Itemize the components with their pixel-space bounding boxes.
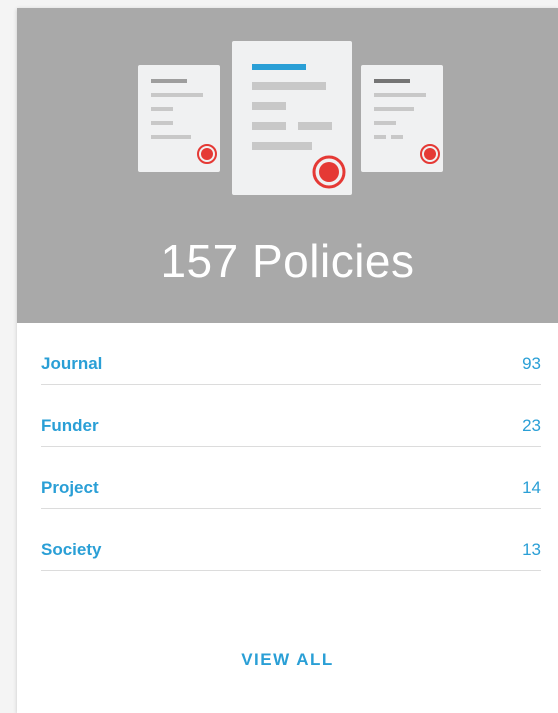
policy-documents-icon <box>138 41 443 195</box>
document-center-icon <box>232 41 352 195</box>
category-label[interactable]: Journal <box>41 354 102 374</box>
policies-card: 157 Policies Journal 93 Funder 23 Projec… <box>17 8 558 713</box>
policy-category-list: Journal 93 Funder 23 Project 14 Society … <box>41 323 541 571</box>
category-row-funder[interactable]: Funder 23 <box>41 385 541 447</box>
category-label[interactable]: Funder <box>41 416 99 436</box>
category-count: 13 <box>522 540 541 559</box>
document-left-icon <box>138 65 220 172</box>
divider <box>41 570 541 571</box>
category-row-society[interactable]: Society 13 <box>41 509 541 571</box>
category-count: 14 <box>522 478 541 497</box>
category-label[interactable]: Project <box>41 478 99 498</box>
category-count: 23 <box>522 416 541 435</box>
view-all-button[interactable]: VIEW ALL <box>17 650 558 670</box>
policies-count-title: 157 Policies <box>160 235 415 287</box>
category-label[interactable]: Society <box>41 540 101 560</box>
card-header: 157 Policies <box>17 8 558 323</box>
category-row-project[interactable]: Project 14 <box>41 447 541 509</box>
category-count: 93 <box>522 354 541 373</box>
document-right-icon <box>361 65 443 172</box>
category-row-journal[interactable]: Journal 93 <box>41 323 541 385</box>
